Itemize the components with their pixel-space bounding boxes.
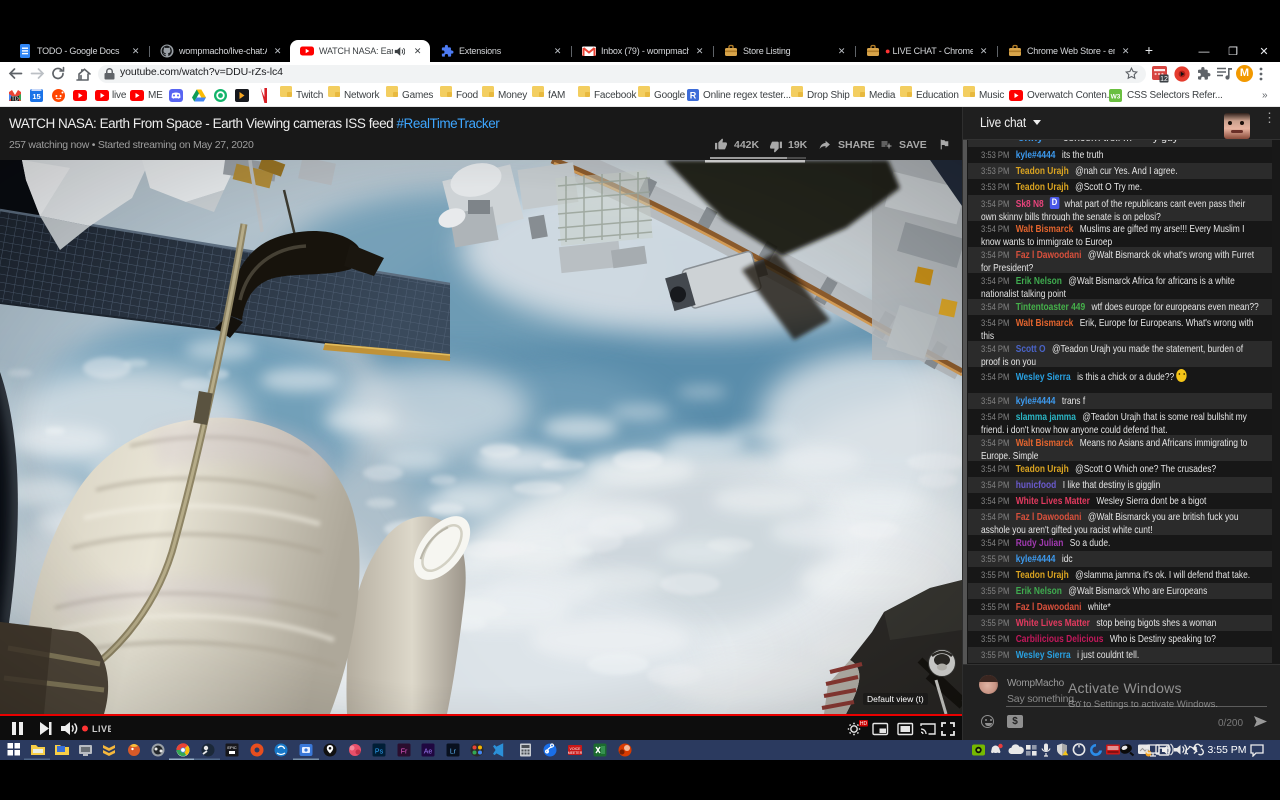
- svg-text:R: R: [690, 91, 697, 101]
- svg-text:12: 12: [1160, 76, 1168, 83]
- svg-text:LIVE: LIVE: [92, 724, 111, 734]
- svg-text:W3: W3: [1111, 94, 1121, 101]
- svg-text:MEETER: MEETER: [568, 751, 583, 755]
- svg-text:Fr: Fr: [401, 749, 408, 756]
- svg-text:Ae: Ae: [424, 749, 433, 756]
- svg-text:EPIC: EPIC: [227, 745, 236, 750]
- svg-text:15: 15: [32, 92, 40, 101]
- svg-text:HD: HD: [860, 721, 868, 727]
- svg-text:Lr: Lr: [450, 749, 457, 756]
- svg-text:TD: TD: [11, 97, 18, 103]
- svg-text:Ps: Ps: [375, 749, 384, 756]
